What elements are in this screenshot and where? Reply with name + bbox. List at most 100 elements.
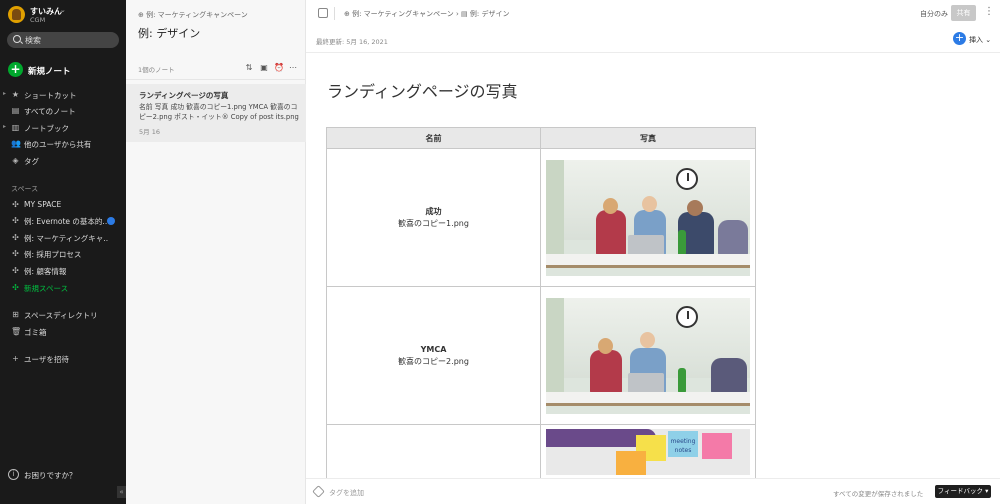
- sidebar-item-label: タグ: [24, 157, 39, 166]
- sticky-note-label: meeting notes: [668, 431, 698, 457]
- note-title[interactable]: ランディングページの写真: [327, 78, 518, 102]
- sidebar-new-space[interactable]: ✣ 新規スペース: [0, 281, 126, 295]
- notelist-breadcrumb[interactable]: ⊕ 例: マーケティングキャンペーン: [138, 10, 248, 20]
- space-icon: ✣: [12, 266, 19, 275]
- space-icon: ✣: [12, 200, 19, 209]
- breadcrumb-space[interactable]: 例: マーケティングキャンペーン: [352, 10, 454, 18]
- table-cell-name[interactable]: YMCA 歓喜のコピー2.png: [326, 286, 541, 425]
- table-cell-photo[interactable]: [540, 286, 756, 425]
- insert-button[interactable]: + 挿入 ⌄: [953, 32, 993, 46]
- sidebar-item-trash[interactable]: 🗑 ゴミ箱: [0, 325, 126, 339]
- last-updated: 最終更新: 5月 16, 2021: [316, 38, 388, 46]
- notelist-toolbar: 1個のノート ⇅ ▣ ⏰ ⋯: [126, 58, 306, 80]
- breadcrumb-notebook[interactable]: 例: デザイン: [470, 10, 510, 18]
- sidebar-space-customers[interactable]: ✣ 例: 顧客情報: [0, 264, 126, 278]
- more-icon[interactable]: ⋯: [288, 63, 298, 73]
- note-card-snippet: 名前 写真 成功 歓喜のコピー1.png YMCA 歓喜のコピー2.png ポス…: [139, 103, 299, 121]
- table-cell-photo[interactable]: [540, 148, 756, 287]
- trash-icon: 🗑: [11, 327, 22, 336]
- share-button[interactable]: 共有: [951, 5, 976, 21]
- space-icon: ✣: [12, 233, 19, 242]
- sidebar-item-space-directory[interactable]: ⊞ スペースディレクトリ: [0, 308, 126, 322]
- spaces-heading: スペース: [11, 185, 39, 193]
- sidebar-item-label: ユーザを招待: [24, 355, 69, 364]
- insert-label: 挿入 ⌄: [969, 36, 992, 44]
- view-options-icon[interactable]: ▣: [259, 63, 269, 73]
- note-card[interactable]: ランディングページの写真 名前 写真 成功 歓喜のコピー1.png YMCA 歓…: [126, 84, 306, 142]
- search-button[interactable]: 検索: [7, 32, 119, 48]
- sidebar-space-hiring[interactable]: ✣ 例: 採用プロセス: [0, 247, 126, 261]
- save-status: すべての変更が保存されました: [833, 490, 924, 498]
- breadcrumb-label: 例: マーケティングキャンペーン: [146, 11, 248, 19]
- divider: [306, 52, 1000, 53]
- question-icon: i: [8, 469, 19, 480]
- table-cell-name[interactable]: [326, 424, 541, 485]
- tag-icon: [312, 485, 325, 498]
- editor-toolbar: ⊕ 例: マーケティングキャンペーン › ▤ 例: デザイン 自分のみ 共有 ⋮: [306, 0, 1000, 28]
- note-list-panel: ⊕ 例: マーケティングキャンペーン 例: デザイン 1個のノート ⇅ ▣ ⏰ …: [126, 0, 306, 504]
- sidebar-space-marketing[interactable]: ✣ 例: マーケティングキャ...: [0, 231, 126, 245]
- sidebar: すいみん ⌄ CGM 検索 + 新規ノート ▸ ★ ショートカット ▤ すべての…: [0, 0, 126, 504]
- more-options-icon[interactable]: ⋮: [984, 6, 994, 17]
- sidebar-item-notebooks[interactable]: ▸ ▥ ノートブック: [0, 121, 126, 135]
- star-icon: ★: [11, 90, 20, 99]
- help-button[interactable]: i お困りですか？: [8, 469, 118, 483]
- celebration-photo[interactable]: [546, 297, 750, 414]
- notification-badge: [107, 217, 115, 225]
- space-icon: ✣: [12, 216, 19, 225]
- table-cell-name[interactable]: 成功 歓喜のコピー1.png: [326, 148, 541, 287]
- celebration-photo[interactable]: [546, 159, 750, 276]
- row-title: YMCA: [420, 344, 447, 354]
- sidebar-item-label: ゴミ箱: [24, 328, 47, 337]
- help-label: お困りですか？: [24, 471, 77, 480]
- space-label: 例: Evernote の基本的...: [24, 217, 108, 226]
- table-header-photo[interactable]: 写真: [540, 127, 756, 149]
- space-label: 例: 採用プロセス: [24, 250, 82, 259]
- plus-icon: +: [8, 62, 23, 77]
- note-icon: ▤: [11, 106, 20, 115]
- note-count: 1個のノート: [138, 66, 175, 74]
- space-label: MY SPACE: [24, 200, 62, 209]
- row-filename: 歓喜のコピー2.png: [398, 356, 469, 366]
- editor-footer: タグを追加 すべての変更が保存されました フィードバック ▾: [306, 478, 1000, 504]
- reminder-icon[interactable]: ⏰: [274, 63, 284, 73]
- chevron-right-icon: ▸: [3, 123, 7, 130]
- expand-icon[interactable]: [318, 8, 328, 18]
- sort-icon[interactable]: ⇅: [244, 63, 254, 73]
- feedback-button[interactable]: フィードバック ▾: [935, 485, 991, 498]
- space-label: 例: 顧客情報: [24, 267, 67, 276]
- account-subtitle: CGM: [30, 16, 46, 24]
- sidebar-space-evernote-basics[interactable]: ✣ 例: Evernote の基本的...: [0, 214, 126, 228]
- clock-icon: [676, 167, 698, 190]
- tag-icon: ◈: [12, 156, 19, 165]
- photo-table[interactable]: 名前 写真 成功 歓喜のコピー1.png YMCA 歓喜のコピー2.png me…: [326, 127, 756, 485]
- plus-icon: +: [953, 31, 966, 45]
- invite-users-button[interactable]: + ユーザを招待: [0, 352, 126, 366]
- collapse-sidebar-button[interactable]: «: [117, 486, 126, 498]
- sidebar-item-label: すべてのノート: [24, 107, 76, 116]
- account-menu[interactable]: すいみん ⌄ CGM: [8, 6, 118, 24]
- sidebar-item-tags[interactable]: ◈ タグ: [0, 154, 126, 168]
- row-title: 成功: [425, 206, 442, 216]
- directory-icon: ⊞: [12, 310, 19, 319]
- sticky-notes-photo[interactable]: meeting notes: [546, 429, 750, 475]
- sidebar-item-shortcuts[interactable]: ▸ ★ ショートカット: [0, 88, 126, 102]
- plus-icon: +: [12, 354, 19, 363]
- visibility-label[interactable]: 自分のみ: [920, 9, 948, 19]
- divider: [334, 7, 335, 20]
- sidebar-space-my-space[interactable]: ✣ MY SPACE: [0, 198, 126, 212]
- table-cell-photo[interactable]: meeting notes: [540, 424, 756, 485]
- feedback-label: フィードバック: [937, 487, 984, 495]
- editor-breadcrumb[interactable]: ⊕ 例: マーケティングキャンペーン › ▤ 例: デザイン: [344, 9, 510, 19]
- new-note-button[interactable]: + 新規ノート: [8, 62, 118, 78]
- new-space-icon: ✣: [12, 283, 19, 292]
- breadcrumb-separator: ›: [456, 10, 459, 18]
- new-note-label: 新規ノート: [28, 67, 71, 77]
- table-row: meeting notes: [326, 424, 756, 485]
- sidebar-item-all-notes[interactable]: ▤ すべてのノート: [0, 104, 126, 118]
- add-tag-input[interactable]: タグを追加: [329, 488, 364, 498]
- sidebar-item-label: 他のユーザから共有: [24, 140, 92, 149]
- space-icon: ✣: [12, 249, 19, 258]
- sidebar-item-shared[interactable]: 👥 他のユーザから共有: [0, 137, 126, 151]
- table-header-name[interactable]: 名前: [326, 127, 541, 149]
